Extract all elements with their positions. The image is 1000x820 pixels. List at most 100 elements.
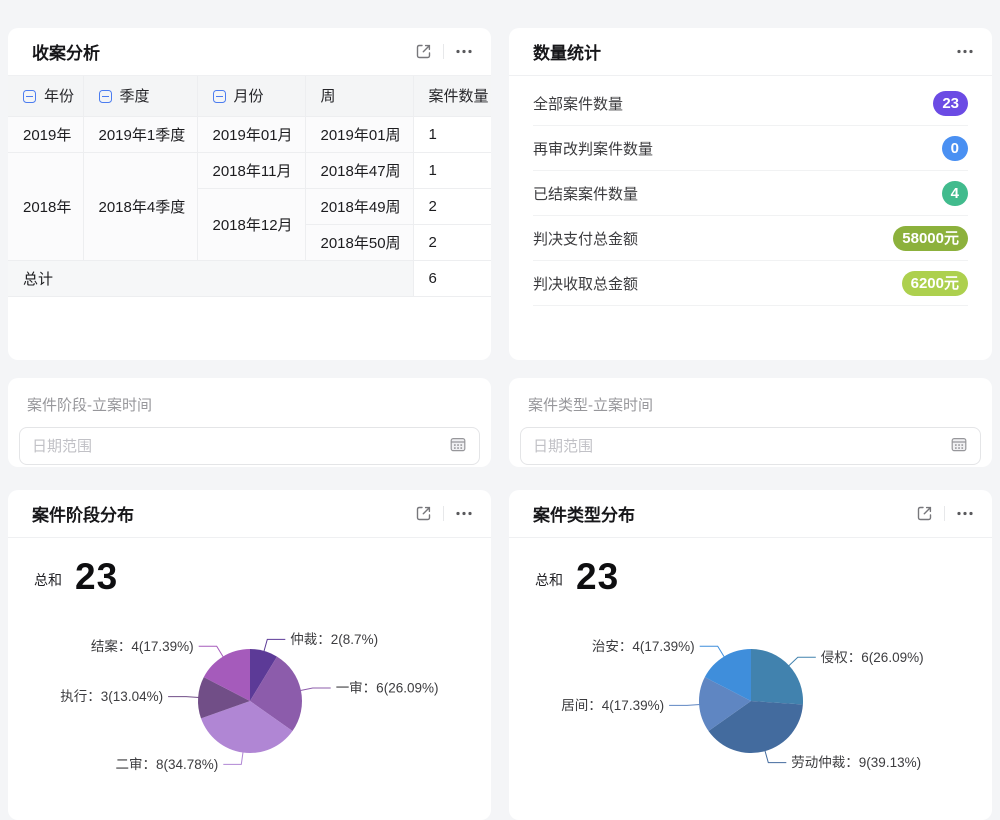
stat-label: 再审改判案件数量: [533, 138, 653, 159]
table-row: 2019年2019年1季度2019年01月2019年01周1: [8, 116, 491, 152]
card-title: 收案分析: [32, 39, 415, 64]
more-icon[interactable]: [956, 49, 974, 54]
card-title: 数量统计: [533, 39, 956, 64]
stat-badge: 23: [933, 91, 968, 116]
type-pie-chart: 侵权：6(26.09%)劳动仲裁：9(39.13%)居间：4(17.39%)治安…: [509, 597, 992, 820]
case-analysis-card: 收案分析 年份季度月份周案件数量 2019年2019年1季度2019年01月20…: [8, 28, 491, 360]
table-cell: 2019年: [8, 116, 83, 152]
stat-label: 判决支付总金额: [533, 228, 638, 249]
pie-label-line: [223, 752, 243, 765]
type-pie-card: 案件类型分布 总和 23 侵权：6(26.09%)劳动仲裁：9(39.13%)居…: [509, 490, 992, 820]
stage-pie-card: 案件阶段分布 总和 23 仲裁：2(8.7%) 一审：6(26.09%) 二审：8(…: [8, 490, 491, 820]
icon-divider: [443, 506, 444, 521]
filter-label: 案件阶段-立案时间: [27, 394, 480, 415]
pie-label: 一审：6(26.09%): [336, 681, 439, 696]
table-cell: 2018年4季度: [83, 152, 197, 260]
stat-badge: 4: [942, 181, 968, 206]
table-cell: 2: [413, 224, 491, 260]
stat-label: 全部案件数量: [533, 93, 623, 114]
pie-label: 结案：4(17.39%): [91, 638, 194, 654]
pie-label: 二审：8(34.78%): [116, 757, 219, 772]
more-icon[interactable]: [455, 49, 473, 54]
pie-label-line: [788, 657, 816, 666]
pie-label: 执行：3(13.04%): [60, 689, 163, 704]
collapse-icon[interactable]: [23, 90, 36, 103]
table-cell: 总计: [8, 260, 413, 296]
stat-label: 已结案案件数量: [533, 183, 638, 204]
pie-label: 居间：4(17.39%): [561, 698, 664, 713]
card-title: 案件类型分布: [533, 501, 916, 526]
stat-row: 再审改判案件数量 0: [533, 126, 968, 171]
stat-badge: 0: [942, 136, 968, 161]
column-header: 周: [305, 76, 413, 116]
table-cell: 2018年49周: [305, 188, 413, 224]
stat-list: 全部案件数量23再审改判案件数量0已结案案件数量4判决支付总金额58000元判决…: [509, 76, 992, 306]
table-cell: 2018年11月: [197, 152, 305, 188]
collapse-icon[interactable]: [213, 90, 226, 103]
card-header: 收案分析: [8, 28, 491, 76]
column-header: 案件数量: [413, 76, 491, 116]
stage-pie-chart: 仲裁：2(8.7%) 一审：6(26.09%) 二审：8(34.78%) 执行：3(1…: [8, 597, 491, 820]
icon-divider: [443, 44, 444, 59]
date-range-field[interactable]: [32, 438, 449, 455]
total-label: 总和: [535, 570, 563, 595]
calendar-icon[interactable]: [449, 435, 467, 458]
table-cell: 6: [413, 260, 491, 296]
stat-badge: 6200元: [902, 271, 968, 296]
table-cell: 2018年: [8, 152, 83, 260]
date-range-field[interactable]: [533, 438, 950, 455]
table-cell: 2: [413, 188, 491, 224]
column-header: 季度: [83, 76, 197, 116]
card-title: 案件阶段分布: [32, 501, 415, 526]
pie-label-line: [765, 750, 787, 763]
collapse-icon[interactable]: [99, 90, 112, 103]
icon-divider: [944, 506, 945, 521]
pie-label-line: [199, 646, 224, 657]
total-value: 23: [75, 558, 118, 595]
table-cell: 2019年1季度: [83, 116, 197, 152]
total-label: 总和: [34, 570, 62, 595]
calendar-icon[interactable]: [950, 435, 968, 458]
expand-icon[interactable]: [415, 505, 432, 522]
type-filter-card: 案件类型-立案时间: [509, 378, 992, 467]
table-cell: 2019年01周: [305, 116, 413, 152]
total-value: 23: [576, 558, 619, 595]
pie-label-line: [264, 639, 286, 652]
total-summary: 总和 23: [8, 538, 491, 595]
stat-row: 已结案案件数量 4: [533, 171, 968, 216]
pie-label: 劳动仲裁：9(39.13%): [791, 755, 921, 770]
table-cell: 1: [413, 116, 491, 152]
stat-row: 全部案件数量 23: [533, 81, 968, 126]
more-icon[interactable]: [956, 511, 974, 516]
date-range-input[interactable]: [520, 427, 981, 465]
stat-row: 判决支付总金额 58000元: [533, 216, 968, 261]
pie-label: 治安：4(17.39%): [592, 639, 695, 654]
stats-card: 数量统计 全部案件数量 23 再审改判案件数量 0 已结案案件数量 4 判决支付总金额 580…: [509, 28, 992, 360]
card-header: 数量统计: [509, 28, 992, 76]
expand-icon[interactable]: [415, 43, 432, 60]
pie-label-line: [669, 705, 700, 706]
table-cell: 2019年01月: [197, 116, 305, 152]
stat-badge: 58000元: [893, 226, 968, 251]
pie-label-line: [300, 688, 331, 691]
table-row: 2018年2018年4季度2018年11月2018年47周1: [8, 152, 491, 188]
table-row: 总计6: [8, 260, 491, 296]
pie-label-line: [700, 646, 725, 657]
date-range-input[interactable]: [19, 427, 480, 465]
table-cell: 2018年50周: [305, 224, 413, 260]
table-cell: 1: [413, 152, 491, 188]
table-cell: 2018年12月: [197, 188, 305, 260]
pie-slice[interactable]: [751, 649, 803, 705]
card-header: 案件类型分布: [509, 490, 992, 538]
column-header: 年份: [8, 76, 83, 116]
pie-label-line: [168, 697, 199, 698]
expand-icon[interactable]: [916, 505, 933, 522]
table-cell: 2018年47周: [305, 152, 413, 188]
pivot-table: 年份季度月份周案件数量 2019年2019年1季度2019年01月2019年01…: [8, 76, 491, 297]
stat-label: 判决收取总金额: [533, 273, 638, 294]
pie-label: 仲裁：2(8.7%): [290, 632, 378, 647]
stage-filter-card: 案件阶段-立案时间: [8, 378, 491, 467]
filter-label: 案件类型-立案时间: [528, 394, 981, 415]
more-icon[interactable]: [455, 511, 473, 516]
column-header: 月份: [197, 76, 305, 116]
